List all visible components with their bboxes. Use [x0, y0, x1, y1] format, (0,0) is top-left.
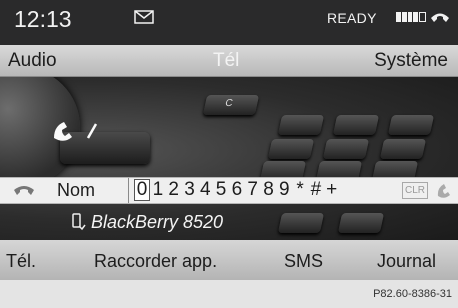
- call-slash-icon: [54, 122, 98, 141]
- digit-key[interactable]: 0: [134, 179, 150, 201]
- menu-sms[interactable]: SMS: [284, 251, 323, 272]
- digit-key[interactable]: 3: [182, 179, 198, 201]
- keypad-key: [379, 139, 427, 159]
- menu-systeme[interactable]: Système: [374, 50, 448, 72]
- keypad-key-c: [202, 95, 260, 115]
- status-bar: 12:13 READY: [0, 0, 458, 45]
- menu-journal[interactable]: Journal: [377, 251, 436, 272]
- keypad-key: [267, 139, 315, 159]
- dial-keypad-row: Nom 0 1 2 3 4 5 6 7 8 9 * # + CLR: [0, 177, 458, 204]
- connected-device-row[interactable]: BlackBerry 8520: [0, 203, 300, 240]
- reference-strip: P82.60-8386-31: [0, 280, 458, 308]
- clear-button[interactable]: CLR: [402, 182, 429, 199]
- digit-key[interactable]: #: [308, 179, 324, 201]
- keypad-key: [332, 115, 380, 135]
- digit-key[interactable]: 1: [150, 179, 166, 201]
- phone-screen: 12:13 READY Audio Tél Système C Nom 0 1 …: [0, 0, 458, 308]
- ready-status: READY: [327, 10, 377, 26]
- menu-tel[interactable]: Tél: [213, 50, 239, 72]
- menu-tel-dot[interactable]: Tél.: [6, 251, 36, 272]
- digit-key[interactable]: 8: [261, 179, 277, 201]
- bottom-menu-bar: Tél. Raccorder app. SMS Journal: [0, 240, 458, 280]
- mobile-phone-icon: [72, 213, 86, 231]
- envelope-icon: [134, 10, 154, 24]
- clock: 12:13: [14, 6, 72, 32]
- name-search-button[interactable]: Nom: [57, 180, 95, 201]
- digit-key[interactable]: 7: [245, 179, 261, 201]
- signal-bars-icon: [396, 12, 426, 22]
- menu-raccorder-app[interactable]: Raccorder app.: [94, 251, 217, 272]
- digit-key[interactable]: 5: [213, 179, 229, 201]
- digit-keys: 0 1 2 3 4 5 6 7 8 9 * # +: [134, 179, 340, 201]
- keypad-key: [277, 115, 325, 135]
- keypad-key: [337, 213, 385, 233]
- figure-reference: P82.60-8386-31: [373, 288, 452, 300]
- digit-key[interactable]: *: [292, 179, 308, 201]
- digit-key[interactable]: 2: [166, 179, 182, 201]
- hang-up-icon[interactable]: [13, 184, 35, 196]
- handset-icon: [431, 13, 449, 22]
- main-menu-bar: Audio Tél Système: [0, 45, 458, 77]
- digit-key[interactable]: 9: [276, 179, 292, 201]
- keypad-key: [387, 115, 435, 135]
- keypad-key: [322, 139, 370, 159]
- menu-audio[interactable]: Audio: [8, 50, 57, 72]
- divider: [128, 178, 129, 203]
- digit-key[interactable]: 4: [197, 179, 213, 201]
- call-icon[interactable]: [436, 182, 454, 198]
- digit-key[interactable]: 6: [229, 179, 245, 201]
- device-name: BlackBerry 8520: [91, 212, 224, 232]
- digit-key[interactable]: +: [324, 179, 340, 201]
